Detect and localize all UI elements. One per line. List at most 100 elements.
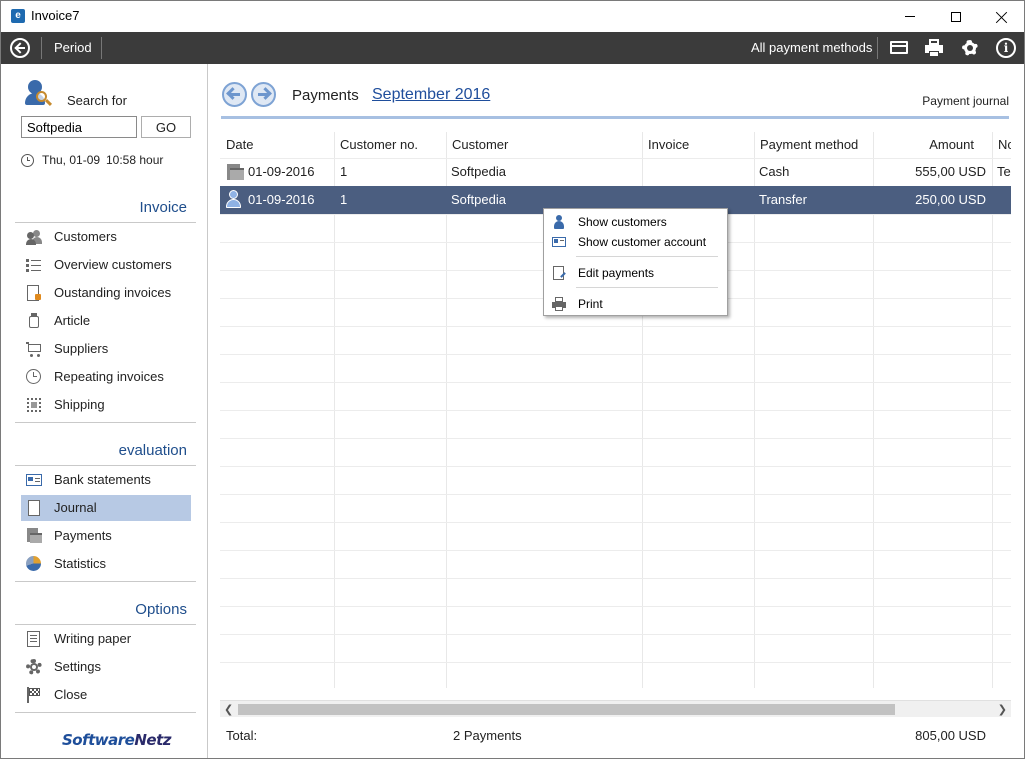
minimize-button[interactable]	[887, 1, 933, 32]
edit-document-icon	[552, 266, 566, 280]
customers-icon	[26, 229, 42, 245]
page-title: Payments	[292, 87, 359, 104]
column-header-payment-method[interactable]: Payment method	[754, 132, 873, 158]
column-header-amount[interactable]: Amount	[873, 132, 992, 158]
paper-icon	[26, 631, 42, 647]
back-icon[interactable]	[10, 38, 30, 58]
go-button[interactable]: GO	[141, 116, 191, 138]
menu-item-label: Show customers	[578, 215, 667, 229]
cell-date: 01-09-2016	[248, 192, 315, 207]
outstanding-invoice-icon	[26, 285, 42, 301]
toolbar-divider	[877, 37, 878, 59]
sidebar-item-repeating-invoices[interactable]: Repeating invoices	[21, 364, 191, 390]
sidebar-item-journal[interactable]: Journal	[21, 495, 191, 521]
current-date: Thu, 01-09	[42, 153, 101, 167]
toolbar: Period All payment methods i	[1, 32, 1024, 64]
arrow-right-icon	[259, 87, 272, 100]
clock-icon	[21, 154, 34, 167]
sidebar-item-customers[interactable]: Customers	[21, 224, 191, 250]
current-time: 10:58 hour	[106, 153, 164, 167]
sidebar-item-shipping[interactable]: Shipping	[21, 392, 191, 418]
menu-item-show-customers[interactable]: Show customers	[546, 212, 725, 232]
sidebar-item-label: Settings	[54, 659, 101, 674]
column-header-customer-no[interactable]: Customer no.	[334, 132, 446, 158]
sidebar-item-close[interactable]: Close	[21, 682, 191, 708]
sidebar-item-statistics[interactable]: Statistics	[21, 551, 191, 577]
sidebar-item-overview-customers[interactable]: Overview customers	[21, 252, 191, 278]
toolbar-divider	[41, 37, 42, 59]
arrow-left-icon	[226, 87, 239, 100]
column-header-date[interactable]: Date	[220, 132, 334, 158]
search-input[interactable]	[21, 116, 137, 138]
sidebar-item-label: Statistics	[54, 556, 107, 571]
menu-item-label: Edit payments	[578, 266, 655, 280]
account-card-icon	[552, 235, 566, 249]
customer-icon	[552, 215, 566, 229]
context-menu: Show customers Show customer account Edi…	[543, 208, 728, 316]
sidebar-item-label: Overview customers	[54, 257, 172, 272]
title-bar: e Invoice7	[1, 1, 1024, 32]
previous-period-button[interactable]	[222, 82, 247, 107]
total-label: Total:	[226, 728, 258, 743]
cell-customer-no: 1	[340, 164, 348, 179]
header-divider	[221, 116, 1009, 119]
sidebar-item-suppliers[interactable]: Suppliers	[21, 336, 191, 362]
payment-methods-filter[interactable]: All payment methods	[751, 40, 872, 55]
sidebar-item-settings[interactable]: Settings	[21, 654, 191, 680]
card-icon[interactable]	[889, 38, 909, 58]
menu-item-edit-payments[interactable]: Edit payments	[546, 263, 725, 283]
maximize-button[interactable]	[933, 1, 979, 32]
stamp-icon	[26, 397, 42, 413]
printer-icon	[552, 297, 566, 311]
sidebar-item-label: Journal	[54, 500, 97, 515]
toolbar-divider	[101, 37, 102, 59]
menu-item-label: Print	[578, 297, 603, 311]
sidebar-item-payments[interactable]: Payments	[21, 523, 191, 549]
cell-customer: Softpedia	[451, 164, 506, 179]
close-icon	[996, 11, 1008, 23]
scroll-right-icon[interactable]: ❯	[998, 703, 1007, 716]
section-divider	[15, 465, 196, 466]
cell-payment-method: Transfer	[759, 192, 807, 207]
total-amount: 805,00 USD	[915, 728, 986, 743]
sidebar-item-label: Oustanding invoices	[54, 285, 172, 300]
cell-amount: 555,00 USD	[915, 164, 986, 179]
cart-icon	[26, 341, 42, 357]
printer-icon[interactable]	[924, 38, 944, 58]
period-button[interactable]: Period	[54, 40, 92, 55]
info-icon[interactable]: i	[996, 38, 1016, 58]
menu-item-show-customer-account[interactable]: Show customer account	[546, 232, 725, 252]
table-row[interactable]: 01-09-2016 1 Softpedia Cash 555,00 USD T…	[220, 158, 1011, 186]
section-divider	[15, 581, 196, 582]
sidebar-item-article[interactable]: Article	[21, 308, 191, 334]
sidebar-item-outstanding-invoices[interactable]: Oustanding invoices	[21, 280, 191, 306]
menu-item-print[interactable]: Print	[546, 294, 725, 314]
sidebar-item-label: Customers	[54, 229, 117, 244]
column-header-note[interactable]: No	[992, 132, 1011, 158]
pie-chart-icon	[26, 556, 42, 572]
sidebar: Search for GO Thu, 01-09 10:58 hour Invo…	[1, 64, 208, 758]
gear-icon[interactable]	[960, 38, 980, 58]
column-header-invoice[interactable]: Invoice	[642, 132, 754, 158]
total-count: 2 Payments	[453, 728, 522, 743]
menu-divider	[576, 256, 718, 257]
section-divider	[15, 712, 196, 713]
section-divider	[15, 222, 196, 223]
close-window-button[interactable]	[979, 1, 1025, 32]
user-search-icon	[25, 80, 53, 108]
scroll-left-icon[interactable]: ❮	[224, 703, 233, 716]
menu-item-label: Show customer account	[578, 235, 707, 249]
sidebar-item-label: Suppliers	[54, 341, 109, 356]
document-icon	[26, 500, 42, 516]
next-period-button[interactable]	[251, 82, 276, 107]
sidebar-item-writing-paper[interactable]: Writing paper	[21, 626, 191, 652]
period-link[interactable]: September 2016	[372, 86, 490, 104]
section-title-options: Options	[135, 601, 187, 618]
horizontal-scrollbar[interactable]: ❮ ❯	[220, 700, 1011, 717]
app-window: e Invoice7 Period All payment methods i …	[0, 0, 1025, 759]
cell-note: Te	[997, 164, 1011, 179]
sidebar-item-label: Payments	[54, 528, 112, 543]
sidebar-item-bank-statements[interactable]: Bank statements	[21, 467, 191, 493]
column-header-customer[interactable]: Customer	[446, 132, 642, 158]
scrollbar-thumb[interactable]	[238, 704, 895, 715]
